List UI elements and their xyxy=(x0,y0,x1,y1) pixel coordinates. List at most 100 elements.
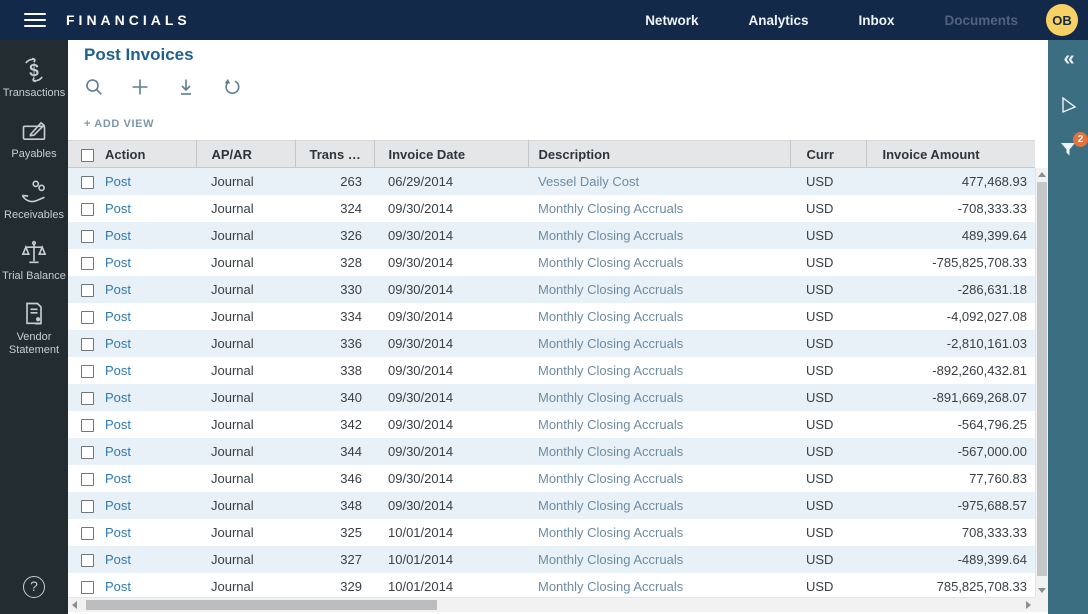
filter-tool[interactable]: 2 xyxy=(1058,139,1078,159)
curr-cell: USD xyxy=(790,438,866,465)
collapse-icon[interactable]: « xyxy=(1063,48,1072,71)
date-cell: 09/30/2014 xyxy=(374,438,528,465)
checkbox-cell xyxy=(68,357,100,384)
row-checkbox[interactable] xyxy=(81,230,94,243)
post-link[interactable]: Post xyxy=(105,390,131,405)
post-link[interactable]: Post xyxy=(105,498,131,513)
action-cell: Post xyxy=(100,222,196,249)
date-cell: 09/30/2014 xyxy=(374,411,528,438)
apar-cell: Journal xyxy=(196,168,295,195)
checkbox-cell xyxy=(68,168,100,195)
nav-documents[interactable]: Documents xyxy=(944,13,1018,28)
amount-cell: -892,260,432.81 xyxy=(866,357,1035,384)
col-header-invoice-amount[interactable]: Invoice Amount xyxy=(866,141,1035,168)
right-panel: « 2 xyxy=(1048,40,1088,614)
sidebar-item-label: Payables xyxy=(11,148,56,161)
post-link[interactable]: Post xyxy=(105,471,131,486)
post-link[interactable]: Post xyxy=(105,552,131,567)
row-checkbox[interactable] xyxy=(81,365,94,378)
scroll-up-arrow[interactable] xyxy=(1038,172,1046,177)
col-header-apar[interactable]: AP/AR xyxy=(196,141,295,168)
col-header-action[interactable]: Action xyxy=(100,141,196,168)
action-cell: Post xyxy=(100,546,196,573)
col-header-curr[interactable]: Curr xyxy=(790,141,866,168)
sidebar-item-trial-balance[interactable]: Trial Balance xyxy=(0,239,68,283)
trans-cell: 342 xyxy=(295,411,374,438)
row-checkbox[interactable] xyxy=(81,446,94,459)
row-checkbox[interactable] xyxy=(81,338,94,351)
avatar[interactable]: OB xyxy=(1046,4,1078,36)
vertical-scrollbar-thumb[interactable] xyxy=(1037,182,1047,576)
table-row: PostJournal34609/30/2014Monthly Closing … xyxy=(68,465,1035,492)
post-link[interactable]: Post xyxy=(105,525,131,540)
scroll-left-arrow[interactable] xyxy=(72,601,77,609)
post-link[interactable]: Post xyxy=(105,255,131,270)
amount-cell: -4,092,027.08 xyxy=(866,303,1035,330)
nav-analytics[interactable]: Analytics xyxy=(748,13,808,28)
vendor-statement-icon xyxy=(20,300,48,328)
post-link[interactable]: Post xyxy=(105,282,131,297)
post-link[interactable]: Post xyxy=(105,309,131,324)
apar-cell: Journal xyxy=(196,249,295,276)
row-checkbox[interactable] xyxy=(81,554,94,567)
row-checkbox[interactable] xyxy=(81,527,94,540)
table-row: PostJournal34409/30/2014Monthly Closing … xyxy=(68,438,1035,465)
select-all-checkbox[interactable] xyxy=(81,149,94,162)
row-checkbox[interactable] xyxy=(81,392,94,405)
sidebar-item-label: Vendor Statement xyxy=(0,331,68,357)
date-cell: 09/30/2014 xyxy=(374,492,528,519)
amount-cell: -286,631.18 xyxy=(866,276,1035,303)
download-icon[interactable] xyxy=(176,77,196,97)
desc-cell: Monthly Closing Accruals xyxy=(528,492,790,519)
desc-cell: Monthly Closing Accruals xyxy=(528,195,790,222)
add-icon[interactable] xyxy=(130,77,150,97)
post-link[interactable]: Post xyxy=(105,579,131,594)
post-link[interactable]: Post xyxy=(105,363,131,378)
row-checkbox[interactable] xyxy=(81,419,94,432)
nav-inbox[interactable]: Inbox xyxy=(858,13,894,28)
nav-network[interactable]: Network xyxy=(645,13,698,28)
row-checkbox[interactable] xyxy=(81,581,94,594)
row-checkbox[interactable] xyxy=(81,176,94,189)
vertical-scrollbar[interactable] xyxy=(1035,168,1048,597)
row-checkbox[interactable] xyxy=(81,284,94,297)
sidebar-item-payables[interactable]: Payables xyxy=(0,117,68,161)
row-checkbox[interactable] xyxy=(81,203,94,216)
sidebar-item-label: Trial Balance xyxy=(2,270,66,283)
row-checkbox[interactable] xyxy=(81,257,94,270)
add-view-button[interactable]: + ADD VIEW xyxy=(84,118,154,130)
action-cell: Post xyxy=(100,168,196,195)
post-link[interactable]: Post xyxy=(105,201,131,216)
undo-icon[interactable] xyxy=(222,77,242,97)
amount-cell: -708,333.33 xyxy=(866,195,1035,222)
desc-cell: Monthly Closing Accruals xyxy=(528,330,790,357)
sidebar-item-transactions[interactable]: $ Transactions xyxy=(0,56,68,100)
sidebar-item-vendor-statement[interactable]: Vendor Statement xyxy=(0,300,68,357)
scroll-right-arrow[interactable] xyxy=(1026,601,1031,609)
post-link[interactable]: Post xyxy=(105,336,131,351)
checkbox-cell xyxy=(68,519,100,546)
row-checkbox[interactable] xyxy=(81,473,94,486)
search-icon[interactable] xyxy=(84,77,104,97)
post-link[interactable]: Post xyxy=(105,228,131,243)
row-checkbox[interactable] xyxy=(81,500,94,513)
topbar: FINANCIALS Network Analytics Inbox Docum… xyxy=(0,0,1088,40)
post-link[interactable]: Post xyxy=(105,444,131,459)
menu-icon[interactable] xyxy=(24,9,46,31)
col-header-invoice-date[interactable]: Invoice Date xyxy=(374,141,528,168)
pointer-tool[interactable] xyxy=(1058,95,1078,115)
horizontal-scrollbar[interactable] xyxy=(68,597,1035,612)
col-header-description[interactable]: Description xyxy=(528,141,790,168)
post-link[interactable]: Post xyxy=(105,417,131,432)
sidebar-item-receivables[interactable]: Receivables xyxy=(0,178,68,222)
curr-cell: USD xyxy=(790,303,866,330)
desc-cell: Monthly Closing Accruals xyxy=(528,411,790,438)
trans-cell: 340 xyxy=(295,384,374,411)
post-link[interactable]: Post xyxy=(105,174,131,189)
scroll-down-arrow[interactable] xyxy=(1038,588,1046,593)
help-icon[interactable]: ? xyxy=(23,576,45,598)
horizontal-scrollbar-thumb[interactable] xyxy=(86,600,437,610)
row-checkbox[interactable] xyxy=(81,311,94,324)
table-row: PostJournal32710/01/2014Monthly Closing … xyxy=(68,546,1035,573)
col-header-trans[interactable]: Trans … xyxy=(295,141,374,168)
